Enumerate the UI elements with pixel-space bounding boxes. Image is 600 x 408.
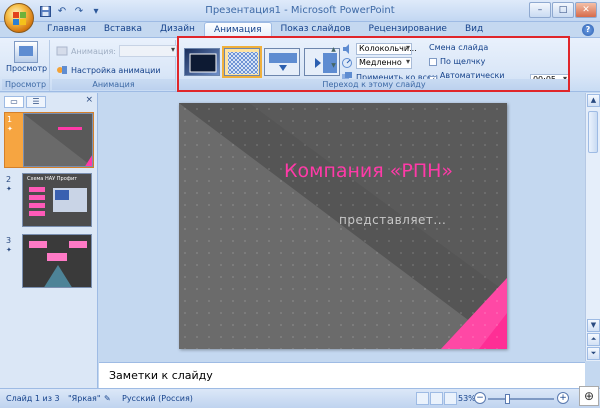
scroll-bottom: ▼ ⏶ ⏷: [586, 318, 600, 361]
slide-number: 2: [6, 175, 12, 184]
minimize-button[interactable]: –: [529, 2, 551, 18]
animation-label: Анимация:: [71, 46, 116, 56]
speed-combo[interactable]: Медленно: [356, 57, 412, 69]
slide-2-title: Схема НАУ Профит: [27, 176, 78, 182]
tab-animation[interactable]: Анимация: [203, 22, 272, 38]
notes-pane[interactable]: Заметки к слайду: [99, 362, 585, 388]
preview-button[interactable]: Просмотр: [6, 41, 48, 73]
slide-title[interactable]: Компания «РПН»: [284, 160, 453, 182]
office-logo-icon: [13, 12, 26, 25]
title-bar: ↶ ↷ ▾ Презентация1 - Microsoft PowerPoin…: [0, 0, 600, 22]
slide-preview: [22, 234, 92, 288]
tab-insert[interactable]: Вставка: [95, 22, 151, 38]
transition-star-icon: ✦: [7, 125, 13, 133]
tab-view[interactable]: Вид: [456, 22, 492, 38]
transition-star-icon: ✦: [6, 185, 12, 193]
window-controls: – □ ✕: [529, 2, 597, 18]
language[interactable]: Русский (Россия): [122, 394, 193, 403]
group-label-animation: Анимация: [52, 79, 175, 90]
office-button[interactable]: [4, 3, 34, 33]
slide-number: 1: [7, 115, 13, 124]
zoom-out-icon[interactable]: −: [474, 392, 486, 404]
slide-thumbnail-3[interactable]: 3 ✦: [4, 234, 94, 290]
tab-slide-show[interactable]: Показ слайдов: [272, 22, 360, 38]
transition-gallery: [184, 46, 340, 78]
tab-home[interactable]: Главная: [38, 22, 95, 38]
slide-preview: Схема НАУ Профит: [22, 173, 92, 227]
speed-row: Медленно: [341, 57, 412, 69]
on-click-row[interactable]: По щелчку: [429, 57, 485, 66]
group-animation: Анимация: Настройка анимации Анимация: [52, 40, 177, 91]
slides-pane: ▭ ☰ × 1 ✦ 2 ✦ Схема НАУ Профит 3 ✦: [0, 93, 98, 388]
scroll-down-icon[interactable]: ▼: [587, 319, 600, 332]
pane-close-icon[interactable]: ×: [85, 95, 93, 105]
pane-tabs: ▭ ☰: [4, 96, 46, 108]
zoom-in-icon[interactable]: +: [557, 392, 569, 404]
group-preview: Просмотр Просмотр: [2, 40, 50, 91]
speed-icon: [341, 57, 353, 69]
slide-editor: Компания «РПН» представляет...: [99, 93, 585, 361]
tab-design[interactable]: Дизайн: [151, 22, 204, 38]
tab-outline[interactable]: ☰: [26, 96, 46, 108]
slide-number: 3: [6, 236, 12, 245]
transition-push-down[interactable]: [264, 48, 300, 76]
normal-view-icon[interactable]: [416, 392, 429, 405]
custom-animation-label: Настройка анимации: [71, 65, 161, 75]
group-transition: ▲ ▼ ▾ Колокольчи... Медленно Применить к…: [179, 40, 570, 91]
close-button[interactable]: ✕: [575, 2, 597, 18]
group-label-transition: Переход к этому слайду: [179, 79, 569, 90]
ribbon: Просмотр Просмотр Анимация: Настройка ан…: [0, 37, 600, 92]
slide-info: Слайд 1 из 3: [6, 394, 60, 403]
custom-animation-icon: [56, 64, 68, 76]
transition-dissolve[interactable]: [222, 46, 262, 78]
next-slide-icon[interactable]: ⏷: [587, 347, 600, 360]
maximize-button[interactable]: □: [552, 2, 574, 18]
transition-star-icon: ✦: [6, 246, 12, 254]
slideshow-view-icon[interactable]: [444, 392, 457, 405]
tab-slides[interactable]: ▭: [4, 96, 24, 108]
gallery-up-icon[interactable]: ▲: [329, 46, 338, 53]
sound-row: Колокольчи...: [341, 43, 417, 55]
help-icon[interactable]: ?: [582, 24, 594, 36]
sorter-view-icon[interactable]: [430, 392, 443, 405]
sound-combo[interactable]: Колокольчи...: [356, 43, 417, 55]
notes-placeholder: Заметки к слайду: [109, 369, 213, 382]
preview-icon: [14, 41, 38, 63]
animation-row: Анимация:: [56, 45, 177, 57]
slide-preview: [23, 113, 93, 167]
tab-review[interactable]: Рецензирование: [360, 22, 456, 38]
scroll-thumb[interactable]: [588, 111, 598, 153]
window-title: Презентация1 - Microsoft PowerPoint: [205, 5, 395, 16]
view-buttons: [416, 392, 457, 405]
gallery-down-icon[interactable]: ▼: [329, 62, 338, 69]
slide-thumbnail-2[interactable]: 2 ✦ Схема НАУ Профит: [4, 173, 94, 229]
slide-subtitle[interactable]: представляет...: [339, 213, 446, 227]
prev-slide-icon[interactable]: ⏶: [587, 333, 600, 346]
ribbon-tabs: Главная Вставка Дизайн Анимация Показ сл…: [38, 22, 492, 38]
on-click-checkbox[interactable]: [429, 57, 437, 66]
advance-title: Смена слайда: [429, 43, 489, 52]
zoom-slider-handle[interactable]: [505, 394, 510, 404]
group-label-preview: Просмотр: [2, 79, 49, 90]
current-slide[interactable]: Компания «РПН» представляет...: [179, 103, 507, 349]
vertical-scrollbar[interactable]: ▲ ▼ ⏶ ⏷: [585, 93, 600, 361]
on-click-label: По щелчку: [440, 57, 486, 66]
status-bar: Слайд 1 из 3 "Яркая" ✎ Русский (Россия) …: [0, 388, 600, 408]
scroll-up-icon[interactable]: ▲: [587, 94, 600, 107]
spellcheck-icon[interactable]: ✎: [104, 394, 111, 403]
magnifier-icon[interactable]: ⊕: [579, 386, 599, 406]
preview-button-label: Просмотр: [6, 64, 48, 73]
sound-icon: [341, 43, 353, 55]
slide-thumbnail-1[interactable]: 1 ✦: [4, 112, 94, 168]
zoom-slider[interactable]: [488, 398, 554, 400]
animation-combo[interactable]: [119, 45, 177, 57]
transition-none[interactable]: [184, 48, 220, 76]
animation-icon: [56, 45, 68, 57]
custom-animation-button[interactable]: Настройка анимации: [56, 64, 161, 76]
theme-name: "Яркая": [68, 394, 101, 403]
